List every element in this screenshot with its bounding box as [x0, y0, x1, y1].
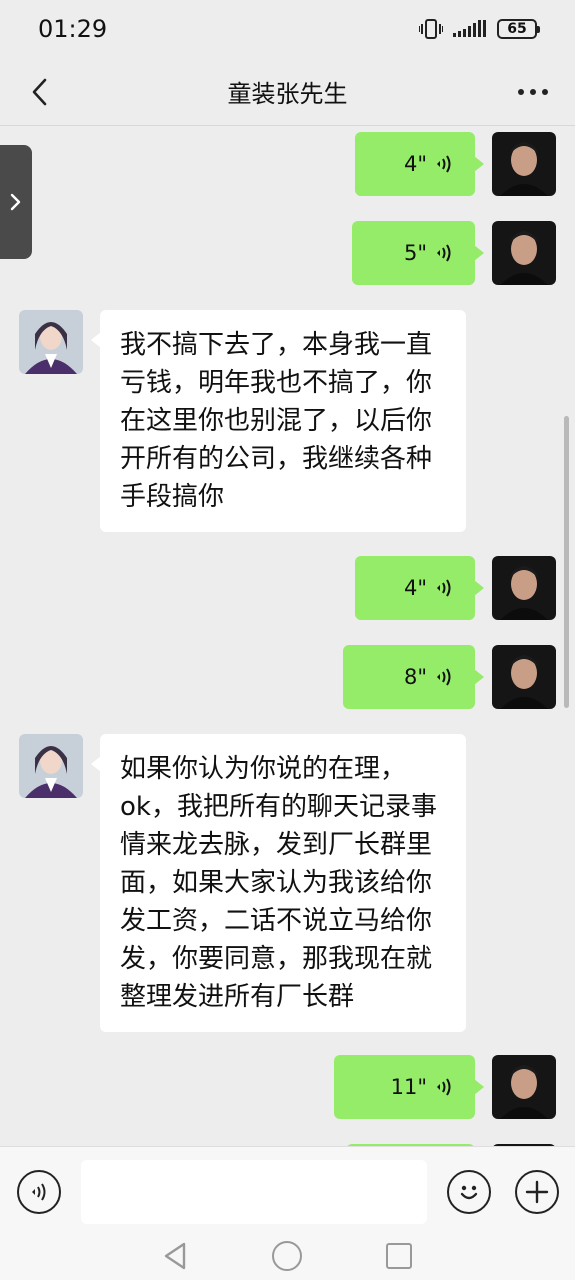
voice-message[interactable]: 4"	[355, 556, 484, 620]
my-avatar[interactable]	[492, 221, 556, 285]
voice-wave-icon	[437, 668, 451, 686]
voice-message[interactable]: 5"	[352, 221, 484, 285]
voice-wave-icon	[437, 1078, 451, 1096]
message-text: 如果你认为你说的在理，ok，我把所有的聊天记录事情来龙去脉，发到厂长群里面，如果…	[120, 754, 437, 1012]
chevron-right-icon	[10, 193, 21, 211]
input-bar	[0, 1146, 575, 1236]
system-navigation-bar	[0, 1236, 575, 1280]
voice-message[interactable]: 4"	[355, 132, 484, 196]
back-button[interactable]	[20, 72, 60, 112]
message-list[interactable]: 4" 5" 我不搞下去了，本身我一直亏钱，明年我也不搞了，你在这里你也别混了，以…	[0, 126, 575, 1146]
plus-icon	[525, 1180, 549, 1204]
message-text: 我不搞下去了，本身我一直亏钱，明年我也不搞了，你在这里你也别混了，以后你开所有的…	[120, 330, 433, 512]
text-message[interactable]: 我不搞下去了，本身我一直亏钱，明年我也不搞了，你在这里你也别混了，以后你开所有的…	[91, 310, 466, 532]
voice-wave-icon	[437, 155, 451, 173]
chat-scrollbar[interactable]	[564, 416, 569, 708]
voice-duration: 11"	[390, 1075, 427, 1099]
chat-header: 童装张先生	[0, 58, 575, 126]
text-message[interactable]: 如果你认为你说的在理，ok，我把所有的聊天记录事情来龙去脉，发到厂长群里面，如果…	[91, 734, 466, 1032]
battery-level: 65	[507, 21, 527, 37]
status-time: 01:29	[38, 15, 108, 43]
voice-wave-icon	[437, 244, 451, 262]
more-button[interactable]	[513, 72, 553, 112]
voice-message[interactable]: 8"	[343, 645, 484, 709]
contact-avatar[interactable]	[19, 734, 83, 798]
my-avatar[interactable]	[492, 556, 556, 620]
more-dots-icon	[518, 89, 548, 95]
vibrate-icon	[419, 19, 443, 39]
voice-wave-icon	[437, 579, 451, 597]
emoji-button[interactable]	[447, 1170, 491, 1214]
voice-duration: 5"	[403, 241, 427, 265]
battery-indicator: 65	[497, 19, 540, 39]
my-avatar[interactable]	[492, 132, 556, 196]
voice-mode-button[interactable]	[17, 1170, 61, 1214]
my-avatar[interactable]	[492, 645, 556, 709]
voice-message[interactable]: 11"	[334, 1055, 484, 1119]
chevron-left-icon	[32, 78, 47, 106]
status-icons: 65	[419, 18, 540, 40]
voice-duration: 4"	[403, 152, 427, 176]
system-back-button[interactable]	[160, 1240, 192, 1272]
voice-duration: 8"	[403, 665, 427, 689]
emoji-icon	[460, 1185, 478, 1200]
voice-mode-icon	[32, 1183, 46, 1201]
add-button[interactable]	[515, 1170, 559, 1214]
voice-duration: 4"	[403, 576, 427, 600]
signal-icon	[453, 20, 486, 37]
system-recents-button[interactable]	[386, 1243, 412, 1269]
triangle-back-icon	[164, 1242, 186, 1270]
contact-avatar[interactable]	[19, 310, 83, 374]
my-avatar[interactable]	[492, 1055, 556, 1119]
system-home-button[interactable]	[272, 1241, 302, 1271]
message-input[interactable]	[81, 1160, 427, 1224]
chat-title: 童装张先生	[227, 80, 348, 108]
side-panel-handle[interactable]	[0, 145, 32, 259]
status-bar: 01:29 65	[0, 0, 575, 58]
